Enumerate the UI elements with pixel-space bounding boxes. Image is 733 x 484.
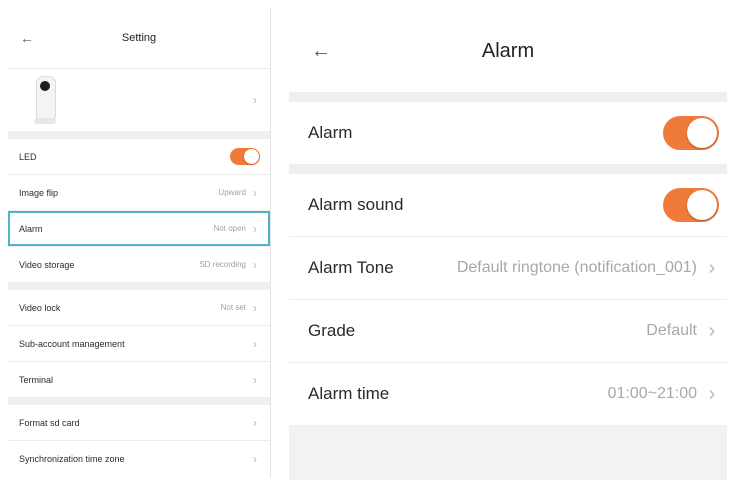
video-lock-value: Not set <box>220 303 246 312</box>
page-title: Setting <box>121 32 157 44</box>
chevron-right-icon: › <box>708 319 716 342</box>
alarm-toggle[interactable] <box>663 116 719 150</box>
led-row: LED <box>8 139 270 174</box>
chevron-right-icon: › <box>253 185 257 200</box>
alarm-tone-value: Default ringtone (notification_001) <box>456 259 697 276</box>
chevron-right-icon: › <box>253 221 257 236</box>
chevron-right-icon: › <box>253 93 257 107</box>
terminal-row[interactable]: Terminal › <box>8 362 270 397</box>
camera-device-icon <box>32 74 58 126</box>
video-lock-row[interactable]: Video lock Not set › <box>8 290 270 325</box>
chevron-right-icon: › <box>253 300 257 315</box>
grade-value: Default <box>646 322 697 339</box>
alarm-header: ← Alarm <box>289 10 727 92</box>
video-storage-label: Video storage <box>19 259 75 270</box>
grade-row[interactable]: Grade Default › <box>289 300 727 362</box>
chevron-right-icon: › <box>253 257 257 272</box>
chevron-right-icon: › <box>253 336 257 351</box>
alarm-screen: ← Alarm Alarm Alarm sound Alarm Tone Def… <box>289 10 727 480</box>
alarm-time-value: 01:00~21:00 <box>607 385 697 402</box>
video-storage-value: SD recording <box>199 260 246 269</box>
chevron-right-icon: › <box>253 415 257 430</box>
page-title: Alarm <box>481 39 535 62</box>
sync-timezone-label: Synchronization time zone <box>19 453 125 464</box>
alarm-sound-toggle[interactable] <box>663 188 719 222</box>
setting-header: ← Setting <box>8 8 270 68</box>
chevron-right-icon: › <box>253 372 257 387</box>
alarm-time-row[interactable]: Alarm time 01:00~21:00 › <box>289 363 727 425</box>
section-gap <box>289 92 727 102</box>
led-label: LED <box>19 151 37 162</box>
sub-account-row[interactable]: Sub-account management › <box>8 326 270 361</box>
format-sd-label: Format sd card <box>19 417 80 428</box>
alarm-sound-label: Alarm sound <box>308 195 404 214</box>
section-gap <box>8 131 270 139</box>
terminal-label: Terminal <box>19 374 54 385</box>
alarm-tone-row[interactable]: Alarm Tone Default ringtone (notificatio… <box>289 237 727 299</box>
section-gap <box>8 397 270 405</box>
led-toggle[interactable] <box>230 148 260 165</box>
chevron-right-icon: › <box>708 382 716 405</box>
image-flip-row[interactable]: Image flip Upward › <box>8 175 270 210</box>
toggle-knob <box>244 149 259 164</box>
image-flip-value: Upward <box>218 188 246 197</box>
alarm-time-label: Alarm time <box>308 384 390 403</box>
sync-timezone-row[interactable]: Synchronization time zone › <box>8 441 270 476</box>
device-row[interactable]: › <box>8 69 270 131</box>
toggle-knob <box>687 190 717 220</box>
chevron-right-icon: › <box>253 451 257 466</box>
alarm-label: Alarm <box>19 223 43 234</box>
alarm-tone-label: Alarm Tone <box>308 258 394 277</box>
sub-account-label: Sub-account management <box>19 338 125 349</box>
image-flip-label: Image flip <box>19 187 59 198</box>
section-gap <box>8 282 270 290</box>
video-storage-row[interactable]: Video storage SD recording › <box>8 247 270 282</box>
chevron-right-icon: › <box>708 256 716 279</box>
format-sd-row[interactable]: Format sd card › <box>8 405 270 440</box>
toggle-knob <box>687 118 717 148</box>
alarm-value: Not open <box>213 224 246 233</box>
alarm-sound-row: Alarm sound <box>289 174 727 236</box>
setting-screen: ← Setting › LED Image flip Upward › Alar… <box>8 8 271 478</box>
section-gap <box>289 164 727 174</box>
video-lock-label: Video lock <box>19 302 61 313</box>
alarm-label: Alarm <box>308 123 353 142</box>
grade-label: Grade <box>308 321 356 340</box>
alarm-toggle-row: Alarm <box>289 102 727 164</box>
alarm-row[interactable]: Alarm Not open › <box>8 211 270 246</box>
